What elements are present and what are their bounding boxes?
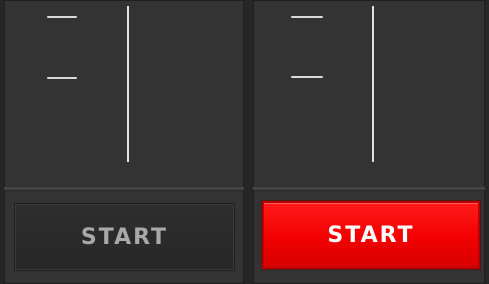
- channel-1-divider: [4, 187, 244, 190]
- channel-1-fader-track[interactable]: [127, 6, 129, 162]
- channel-1-scale-tick-top: [47, 16, 77, 18]
- channel-2-scale-tick-top: [291, 16, 323, 18]
- channel-1-start-button[interactable]: START: [14, 203, 235, 271]
- channel-2-start-button[interactable]: START: [262, 201, 480, 269]
- channel-2-fader-track[interactable]: [372, 6, 374, 162]
- app-frame: START START: [0, 0, 489, 284]
- channel-2-divider: [253, 187, 485, 190]
- channel-2-scale-tick-middle: [291, 76, 323, 78]
- channel-1-scale-tick-middle: [47, 77, 77, 79]
